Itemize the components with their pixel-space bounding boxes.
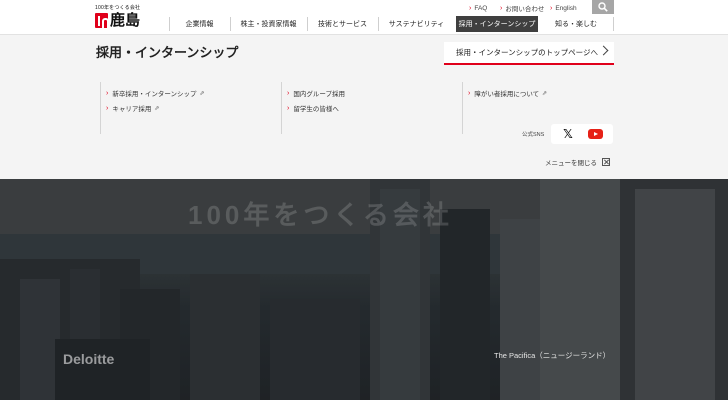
- column-divider: [462, 82, 463, 134]
- external-link-icon: ⇗: [542, 90, 548, 97]
- close-icon: [602, 158, 610, 166]
- chevron-right-icon: ›: [106, 89, 109, 97]
- menu-link-label: キャリア採用: [112, 106, 152, 113]
- chevron-right-icon: ›: [287, 89, 290, 97]
- search-button[interactable]: [592, 0, 614, 14]
- nav-item-enjoy[interactable]: 知る・楽しむ: [541, 16, 611, 32]
- chevron-right-icon: [598, 45, 609, 56]
- external-link-icon: ⇗: [154, 105, 160, 112]
- site-header: 100年をつくる会社 鹿島 › FAQ › お問い合わせ › English 企…: [0, 0, 728, 35]
- menu-link-international-students[interactable]: › 留学生の皆様へ: [287, 103, 339, 114]
- menu-link-new-graduate[interactable]: › 新卒採用・インターンシップ ⇗: [106, 88, 205, 99]
- utility-link-english[interactable]: › English: [550, 3, 577, 13]
- menu-link-disability-employment[interactable]: › 障がい者採用について ⇗: [468, 88, 548, 99]
- kajima-logo[interactable]: 100年をつくる会社 鹿島: [95, 4, 155, 30]
- nav-item-investors[interactable]: 株主・投資家情報: [231, 16, 306, 32]
- external-link-icon: ⇗: [199, 90, 205, 97]
- utility-link-label: お問い合わせ: [505, 6, 545, 13]
- hero-image: 100年をつくる会社 Deloitte The Pacifica（ニュージーラン…: [0, 179, 728, 400]
- recruit-top-page-link[interactable]: 採用・インターンシップのトップページへ: [444, 42, 614, 65]
- menu-link-label: 留学生の皆様へ: [293, 106, 339, 113]
- logo-tagline: 100年をつくる会社: [95, 5, 141, 11]
- menu-link-group-companies[interactable]: › 国内グループ採用: [287, 88, 345, 99]
- close-menu-label: メニューを閉じる: [545, 160, 597, 167]
- utility-link-label: English: [555, 4, 577, 12]
- utility-link-label: FAQ: [474, 4, 488, 12]
- close-menu-button[interactable]: メニューを閉じる: [545, 157, 610, 167]
- menu-link-label: 障がい者採用について: [474, 91, 540, 98]
- nav-item-technology[interactable]: 技術とサービス: [308, 16, 377, 32]
- menu-link-label: 新卒採用・インターンシップ: [112, 91, 197, 98]
- utility-link-faq[interactable]: › FAQ: [469, 3, 487, 13]
- column-divider: [100, 82, 101, 134]
- building-sign: Deloitte: [63, 351, 115, 367]
- chevron-right-icon: ›: [287, 104, 290, 112]
- nav-item-sustainability[interactable]: サステナビリティ: [379, 16, 454, 32]
- hero-catchphrase: 100年をつくる会社: [188, 200, 453, 230]
- nav-item-corporate[interactable]: 企業情報: [170, 16, 229, 32]
- kajima-logo-mark-icon: [95, 13, 109, 28]
- chevron-right-icon: ›: [468, 89, 471, 97]
- menu-link-label: 国内グループ採用: [293, 91, 345, 98]
- nav-item-recruit[interactable]: 採用・インターンシップ: [456, 16, 538, 32]
- x-logo-icon[interactable]: 𝕏: [562, 128, 574, 140]
- search-icon: [598, 2, 608, 12]
- menu-link-career[interactable]: › キャリア採用 ⇗: [106, 103, 160, 114]
- column-divider: [281, 82, 282, 134]
- hero-caption: The Pacifica（ニュージーランド）: [494, 351, 611, 360]
- menu-title: 採用・インターンシップ: [96, 45, 239, 60]
- logo-name: 鹿島: [110, 11, 141, 29]
- chevron-right-icon: ›: [550, 4, 553, 12]
- youtube-icon[interactable]: [588, 129, 603, 139]
- recruit-top-page-label: 採用・インターンシップのトップページへ: [456, 48, 598, 57]
- recruit-mega-menu: 採用・インターンシップ 採用・インターンシップのトップページへ › 新卒採用・イ…: [0, 35, 728, 179]
- chevron-right-icon: ›: [469, 4, 472, 12]
- nav-divider: [613, 17, 614, 31]
- chevron-right-icon: ›: [500, 4, 503, 12]
- sns-links: 𝕏: [551, 124, 613, 144]
- chevron-right-icon: ›: [106, 104, 109, 112]
- utility-link-contact[interactable]: › お問い合わせ: [500, 3, 545, 14]
- sns-label: 公式SNS: [522, 132, 545, 138]
